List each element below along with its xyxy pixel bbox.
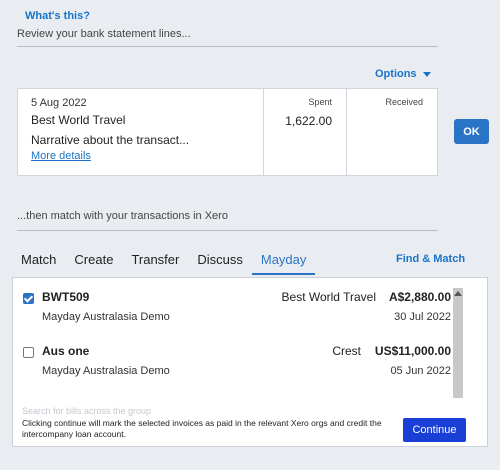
transaction-date: 30 Jul 2022 <box>394 311 451 323</box>
received-column: Received <box>347 89 437 175</box>
statement-line-card: 5 Aug 2022 Best World Travel Narrative a… <box>17 88 438 176</box>
transaction-org: Mayday Australasia Demo <box>42 365 170 377</box>
continue-button[interactable]: Continue <box>403 418 466 442</box>
spent-amount: 1,622.00 <box>285 114 332 128</box>
tab-create[interactable]: Create <box>65 250 122 275</box>
divider <box>17 230 438 231</box>
statement-date: 5 Aug 2022 <box>31 97 87 109</box>
transaction-payee: Crest <box>332 344 361 358</box>
tab-discuss[interactable]: Discuss <box>188 250 252 275</box>
transaction-code: Aus one <box>42 344 90 358</box>
transaction-amount: A$2,880.00 <box>388 290 451 304</box>
spent-header: Spent <box>308 97 332 107</box>
transaction-payee: Best World Travel <box>281 290 376 304</box>
spent-column: Spent 1,622.00 <box>264 89 347 175</box>
transaction-amount: US$11,000.00 <box>374 344 451 358</box>
statement-payee: Best World Travel <box>31 113 126 127</box>
options-dropdown[interactable]: Options <box>375 68 431 80</box>
search-hint[interactable]: Search for bills across the group <box>22 406 151 416</box>
review-instruction: Review your bank statement lines... <box>17 28 191 40</box>
match-instruction: ...then match with your transactions in … <box>17 210 228 222</box>
whats-this-link[interactable]: What's this? <box>25 10 90 22</box>
transaction-checkbox[interactable] <box>23 292 34 304</box>
continue-note: Clicking continue will mark the selected… <box>22 418 382 439</box>
scrollbar[interactable] <box>453 288 463 398</box>
transaction-code: BWT509 <box>42 290 90 304</box>
divider <box>17 46 438 47</box>
ok-button[interactable]: OK <box>454 119 489 144</box>
more-details-link[interactable]: More details <box>31 150 250 162</box>
transaction-org: Mayday Australasia Demo <box>42 311 170 323</box>
tab-mayday[interactable]: Mayday <box>251 250 316 275</box>
options-label: Options <box>375 68 417 80</box>
scroll-up-icon[interactable] <box>453 290 463 298</box>
find-and-match-link[interactable]: Find & Match <box>396 253 465 265</box>
received-header: Received <box>385 97 423 107</box>
statement-details: 5 Aug 2022 Best World Travel Narrative a… <box>18 89 264 175</box>
tab-bar: Match Create Transfer Discuss Mayday <box>12 250 316 275</box>
tab-transfer[interactable]: Transfer <box>122 250 188 275</box>
statement-narrative: Narrative about the transact... <box>31 133 190 147</box>
check-icon <box>23 292 34 303</box>
transaction-checkbox[interactable] <box>23 347 34 358</box>
chevron-down-icon <box>422 71 431 77</box>
transaction-date: 05 Jun 2022 <box>390 365 451 377</box>
tab-match[interactable]: Match <box>12 250 65 275</box>
